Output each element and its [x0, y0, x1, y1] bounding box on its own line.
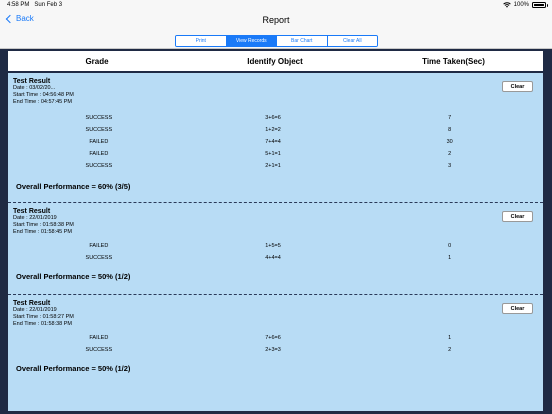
result-date: Date : 22/01/2019 [13, 215, 57, 221]
result-end-time: End Time : 01:58:38 PM [13, 321, 73, 327]
object-cell: 7+6=6 [265, 335, 281, 341]
result-end-time: End Time : 01:58:45 PM [13, 229, 73, 235]
grade-cell: SUCCESS [85, 127, 113, 133]
object-cell: 7+4=4 [265, 139, 281, 145]
segmented-control: Print View Records Bar Chart Clear All [175, 35, 378, 47]
segment-bar-chart[interactable]: Bar Chart [277, 36, 328, 46]
object-cell: 3+6=6 [265, 115, 281, 121]
status-right: 100% [502, 2, 548, 8]
time-cell: 30 [446, 139, 453, 145]
header-grade: Grade [85, 56, 109, 66]
time-cell: 2 [448, 347, 452, 353]
table-row: SUCCESS 3+6=6 7 [13, 112, 538, 124]
result-end-time: End Time : 04:57:45 PM [13, 99, 73, 105]
grade-cell: SUCCESS [85, 115, 113, 121]
object-cell: 2+3=3 [265, 347, 281, 353]
object-cell: 1+2=2 [265, 127, 281, 133]
test-result-section: Test Result Date : 22/01/2019 Start Time… [8, 295, 543, 411]
table-row: FAILED 7+4=4 30 [13, 136, 538, 148]
clear-button[interactable]: Clear [502, 303, 533, 314]
grade-cell: SUCCESS [85, 255, 113, 261]
test-result-section: Test Result Date : 22/01/2019 Start Time… [8, 203, 543, 295]
segment-print[interactable]: Print [176, 36, 227, 46]
wifi-icon [502, 2, 511, 8]
result-date: Date : 03/02/20... [13, 85, 56, 91]
table-row: SUCCESS 2+3=3 2 [13, 344, 538, 356]
table-row: SUCCESS 1+2=2 8 [13, 124, 538, 136]
object-cell: 4+4=4 [265, 255, 281, 261]
header-time-taken: Time Taken(Sec) [422, 56, 485, 66]
grade-cell: FAILED [89, 151, 109, 157]
records-panel: Grade Identify Object Time Taken(Sec) Te… [8, 51, 543, 411]
navigation-bar: Back Report [0, 11, 552, 32]
object-cell: 2+1=1 [265, 163, 281, 169]
grade-cell: SUCCESS [85, 347, 113, 353]
result-title: Test Result [13, 78, 51, 85]
table-row: FAILED 1+5=5 0 [13, 240, 538, 252]
time-cell: 2 [448, 151, 452, 157]
table-header: Grade Identify Object Time Taken(Sec) [8, 51, 543, 73]
status-time: 4:58 PM Sun Feb 3 [7, 2, 63, 8]
time-cell: 7 [448, 115, 452, 121]
battery-percent: 100% [513, 2, 529, 8]
result-date: Date : 22/01/2019 [13, 307, 57, 313]
page-title: Report [262, 15, 290, 25]
battery-icon [532, 2, 548, 8]
object-cell: 5+1=1 [265, 151, 281, 157]
header-identify-object: Identify Object [247, 56, 303, 66]
object-cell: 1+5=5 [265, 243, 281, 249]
test-result-section: Test Result Date : 03/02/20... Start Tim… [8, 73, 543, 203]
segment-clear-all[interactable]: Clear All [327, 36, 377, 46]
grade-cell: SUCCESS [85, 163, 113, 169]
time-cell: 1 [448, 255, 452, 261]
time-cell: 1 [448, 335, 452, 341]
overall-performance: Overall Performance = 50% (1/2) [16, 272, 131, 281]
clear-button[interactable]: Clear [502, 81, 533, 92]
result-title: Test Result [13, 208, 51, 215]
result-start-time: Start Time : 04:56:48 PM [13, 92, 74, 98]
table-row: SUCCESS 2+1=1 3 [13, 160, 538, 172]
grade-cell: FAILED [89, 139, 109, 145]
result-start-time: Start Time : 01:58:38 PM [13, 222, 74, 228]
table-row: SUCCESS 4+4=4 1 [13, 252, 538, 264]
table-row: FAILED 5+1=1 2 [13, 148, 538, 160]
grade-cell: FAILED [89, 243, 109, 249]
overall-performance: Overall Performance = 60% (3/5) [16, 182, 131, 191]
table-row: FAILED 7+6=6 1 [13, 332, 538, 344]
result-title: Test Result [13, 300, 51, 307]
time-cell: 8 [448, 127, 452, 133]
grade-cell: FAILED [89, 335, 109, 341]
status-bar: 4:58 PM Sun Feb 3 100% [0, 0, 552, 11]
clear-button[interactable]: Clear [502, 211, 533, 222]
segment-bar: Print View Records Bar Chart Clear All [0, 32, 552, 49]
time-cell: 0 [448, 243, 452, 249]
overall-performance: Overall Performance = 50% (1/2) [16, 364, 131, 373]
time-cell: 3 [448, 163, 452, 169]
result-start-time: Start Time : 01:58:27 PM [13, 314, 74, 320]
segment-view-records[interactable]: View Records [226, 36, 277, 46]
